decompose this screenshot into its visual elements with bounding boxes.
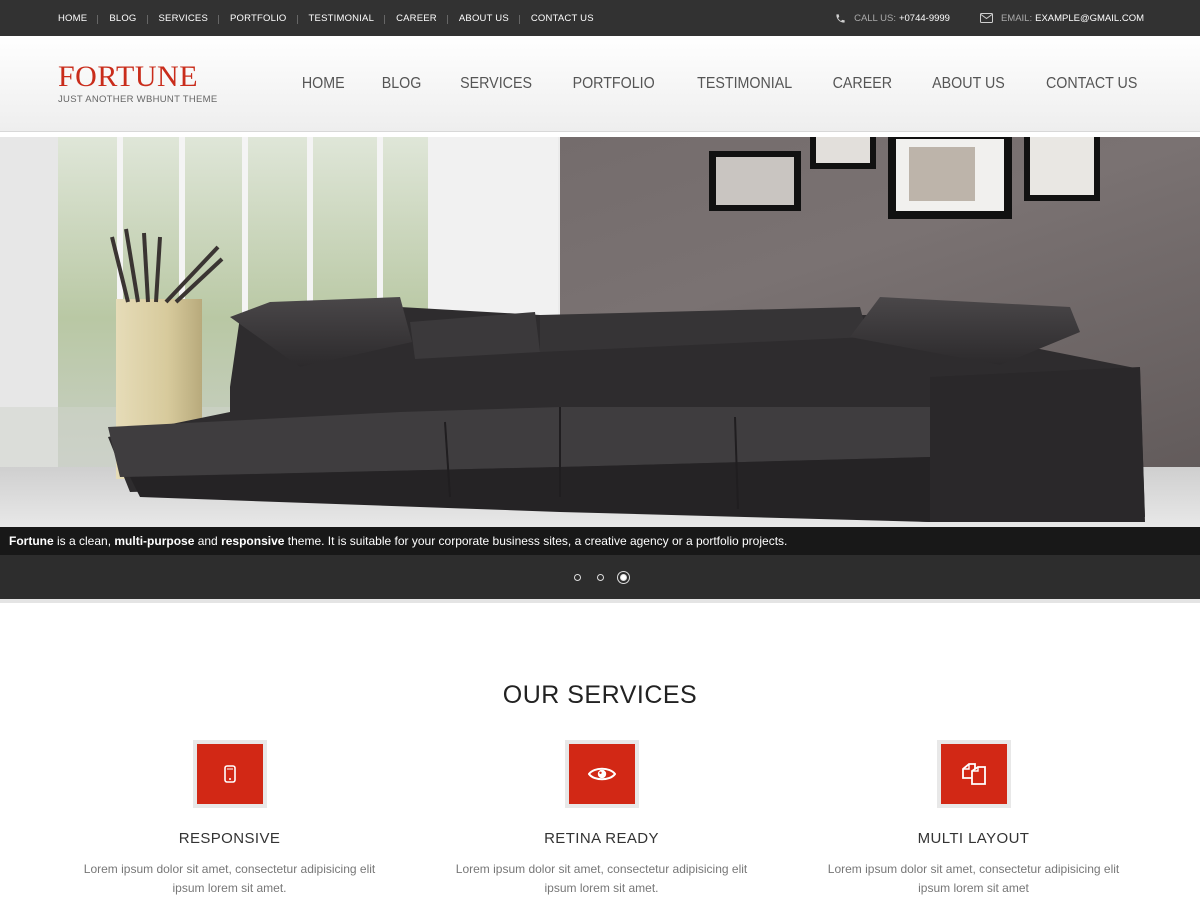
email-address[interactable]: EXAMPLE@GMAIL.COM	[1035, 13, 1144, 24]
service-title: MULTI LAYOUT	[917, 830, 1030, 847]
logo-title[interactable]: FORTUNE	[58, 62, 218, 92]
top-nav: HOME BLOG SERVICES PORTFOLIO TESTIMONIAL…	[58, 13, 605, 24]
hero-image-living-room	[0, 137, 1200, 527]
envelope-icon	[979, 13, 993, 23]
service-multi-layout: MULTI LAYOUT Lorem ipsum dolor sit amet,…	[802, 740, 1145, 898]
slider-dot-2[interactable]	[596, 573, 604, 581]
main-nav-career[interactable]: CAREER	[817, 75, 908, 93]
call-info: CALL US: +0744-9999	[835, 13, 950, 24]
service-description: Lorem ipsum dolor sit amet, consectetur …	[437, 860, 767, 898]
service-title: RESPONSIVE	[178, 830, 281, 847]
slider-pagination	[0, 555, 1200, 599]
logo-tagline: JUST ANOTHER WBHUNT THEME	[58, 94, 218, 105]
service-description-line-1: Lorem ipsum dolor sit amet, consectetur …	[827, 862, 1120, 876]
slide-caption: Fortune is a clean, multi-purpose and re…	[0, 527, 1200, 555]
caption-bold-1: multi-purpose	[114, 534, 195, 548]
site-header: FORTUNE JUST ANOTHER WBHUNT THEME HOME B…	[0, 36, 1200, 132]
call-number[interactable]: +0744-9999	[899, 13, 950, 24]
mobile-icon	[223, 765, 236, 783]
main-nav-about[interactable]: ABOUT US	[916, 75, 1020, 93]
services-heading: OUR SERVICES	[502, 681, 698, 709]
slider-dot-3-active[interactable]	[619, 573, 627, 581]
service-description: Lorem ipsum dolor sit amet, consectetur …	[65, 860, 395, 898]
services-row: RESPONSIVE Lorem ipsum dolor sit amet, c…	[0, 740, 1200, 898]
services-section: OUR SERVICES RESPONSIVE Lorem ipsum dolo…	[0, 683, 1200, 898]
top-nav-portfolio[interactable]: PORTFOLIO	[218, 13, 298, 24]
main-nav-blog[interactable]: BLOG	[366, 75, 437, 93]
service-retina-ready: RETINA READY Lorem ipsum dolor sit amet,…	[430, 740, 773, 898]
top-nav-contact[interactable]: CONTACT US	[518, 13, 605, 24]
hero-slider: Fortune is a clean, multi-purpose and re…	[0, 137, 1200, 603]
caption-brand: Fortune	[9, 534, 54, 548]
caption-text-1: is a clean,	[53, 534, 115, 548]
service-responsive: RESPONSIVE Lorem ipsum dolor sit amet, c…	[58, 740, 401, 898]
contact-info: CALL US: +0744-9999 EMAIL: EXAMPLE@GMAIL…	[805, 13, 1144, 24]
phone-icon	[836, 13, 845, 23]
main-nav-home[interactable]: HOME	[286, 75, 360, 93]
caption-text-3: theme. It is suitable for your corporate…	[284, 534, 788, 548]
caption-text-2: and	[194, 534, 222, 548]
eye-icon	[587, 767, 616, 781]
main-nav-portfolio[interactable]: PORTFOLIO	[557, 75, 670, 93]
service-title: RETINA READY	[544, 830, 659, 847]
service-description-line-2: ipsum lorem sit amet	[918, 881, 1029, 895]
service-icon-frame[interactable]	[192, 740, 267, 808]
main-nav-testimonial[interactable]: TESTIMONIAL	[681, 75, 807, 93]
top-bar: HOME BLOG SERVICES PORTFOLIO TESTIMONIAL…	[0, 0, 1200, 36]
call-label: CALL US:	[854, 12, 896, 24]
hero-divider	[0, 599, 1200, 603]
top-nav-about[interactable]: ABOUT US	[446, 13, 520, 24]
email-info: EMAIL: EXAMPLE@GMAIL.COM	[979, 12, 1144, 24]
top-nav-home[interactable]: HOME	[58, 13, 98, 24]
slider-dot-1[interactable]	[573, 573, 581, 581]
email-label: EMAIL:	[1000, 12, 1033, 24]
top-nav-blog[interactable]: BLOG	[97, 13, 147, 24]
top-nav-testimonial[interactable]: TESTIMONIAL	[296, 13, 386, 24]
service-icon-frame[interactable]	[564, 740, 639, 808]
top-nav-services[interactable]: SERVICES	[146, 13, 219, 24]
main-nav-services[interactable]: SERVICES	[445, 75, 548, 93]
service-description-line-2: ipsum lorem sit amet.	[172, 881, 287, 895]
logo[interactable]: FORTUNE JUST ANOTHER WBHUNT THEME	[58, 62, 218, 106]
service-description: Lorem ipsum dolor sit amet, consectetur …	[809, 860, 1139, 898]
main-nav-contact[interactable]: CONTACT US	[1030, 75, 1153, 93]
sofa-shape	[108, 297, 1145, 522]
service-description-line-1: Lorem ipsum dolor sit amet, consectetur …	[83, 862, 376, 876]
service-icon-frame[interactable]	[936, 740, 1011, 808]
service-description-line-2: ipsum lorem sit amet.	[544, 881, 659, 895]
service-description-line-1: Lorem ipsum dolor sit amet, consectetur …	[455, 862, 748, 876]
main-nav: HOME BLOG SERVICES PORTFOLIO TESTIMONIAL…	[283, 75, 1158, 93]
caption-bold-2: responsive	[221, 534, 285, 548]
top-nav-career[interactable]: CAREER	[384, 13, 448, 24]
copy-icon	[961, 763, 986, 785]
